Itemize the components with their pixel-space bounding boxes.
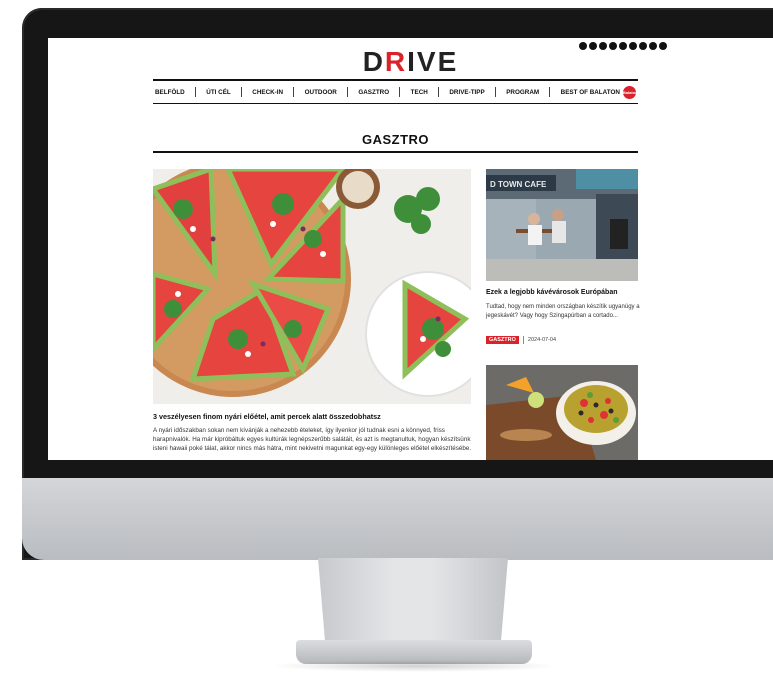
- main-nav: BELFÖLD ÚTI CÉL CHECK-IN OUTDOOR GASZTRO…: [153, 79, 638, 104]
- monitor-stand-neck: [318, 558, 508, 648]
- side-article-1-excerpt: Tudtad, hogy nem minden országban készít…: [486, 304, 640, 319]
- cafe-sign-text: D TOWN CAFE: [490, 180, 547, 189]
- social-icons: [579, 42, 667, 50]
- newsletter-icon[interactable]: [649, 42, 657, 50]
- nav-item-program[interactable]: PROGRAM: [504, 89, 541, 96]
- screen: DRIVE BELFÖLD ÚTI CÉL CHECK-IN OUTDOOR G…: [48, 38, 773, 460]
- category-tag[interactable]: GASZTRO: [486, 336, 519, 344]
- logo-ive: IVE: [407, 46, 459, 77]
- main-article-excerpt: A nyári időszakban sokan nem kívánják a …: [153, 427, 472, 453]
- instagram-icon[interactable]: [589, 42, 597, 50]
- nav-separator: [293, 87, 295, 97]
- watermelon-illustration: [153, 169, 471, 404]
- main-article-image[interactable]: [153, 169, 471, 404]
- search-icon[interactable]: [659, 42, 667, 50]
- tiktok-icon[interactable]: [599, 42, 607, 50]
- monitor-chin: [22, 478, 773, 560]
- nav-separator: [347, 87, 349, 97]
- side-article-1-image[interactable]: D TOWN CAFE: [486, 169, 638, 281]
- youtube-icon[interactable]: [609, 42, 617, 50]
- nav-item-uti-cel[interactable]: ÚTI CÉL: [204, 89, 233, 96]
- section-divider: [153, 151, 638, 153]
- meta-separator: [522, 336, 524, 344]
- nav-item-belfold[interactable]: BELFÖLD: [153, 89, 187, 96]
- main-article-title[interactable]: 3 veszélyesen finom nyári előétel, amit …: [153, 412, 473, 421]
- side-article-1-title[interactable]: Ezek a legjobb kávévárosok Európában: [486, 289, 641, 296]
- side-article-2-image[interactable]: [486, 365, 638, 460]
- cafe-scene-illustration: D TOWN CAFE: [486, 169, 638, 281]
- section-title: GASZTRO: [361, 132, 430, 147]
- nav-item-check-in[interactable]: CHECK-IN: [250, 89, 285, 96]
- nav-separator: [241, 87, 243, 97]
- site-logo[interactable]: DRIVE: [48, 46, 773, 78]
- nav-separator: [494, 87, 496, 97]
- info-icon[interactable]: [629, 42, 637, 50]
- nav-separator: [438, 87, 440, 97]
- salad-bowl-illustration: [486, 365, 638, 460]
- email-icon[interactable]: [619, 42, 627, 50]
- balaton-badge-icon: Balaton: [622, 85, 638, 99]
- side-article-1-meta: GASZTRO 2024-07-04: [486, 336, 556, 344]
- nav-item-best-of-balaton-label: BEST OF BALATON: [560, 88, 620, 96]
- nav-separator: [399, 87, 401, 97]
- nav-separator: [195, 87, 196, 97]
- nav-separator: [549, 87, 551, 97]
- logo-d: D: [362, 46, 385, 77]
- nav-item-gasztro[interactable]: GASZTRO: [356, 89, 391, 96]
- article-date: 2024-07-04: [527, 337, 557, 343]
- facebook-icon[interactable]: [579, 42, 587, 50]
- nav-item-tech[interactable]: TECH: [409, 89, 430, 96]
- logo-r: R: [384, 46, 408, 77]
- instagram-alt-icon[interactable]: [639, 42, 647, 50]
- nav-item-outdoor[interactable]: OUTDOOR: [303, 89, 339, 96]
- stand-shadow: [270, 660, 560, 672]
- nav-item-drive-tipp[interactable]: DRIVE-TIPP: [447, 89, 486, 96]
- nav-item-best-of-balaton[interactable]: BEST OF BALATON Balaton: [559, 85, 638, 99]
